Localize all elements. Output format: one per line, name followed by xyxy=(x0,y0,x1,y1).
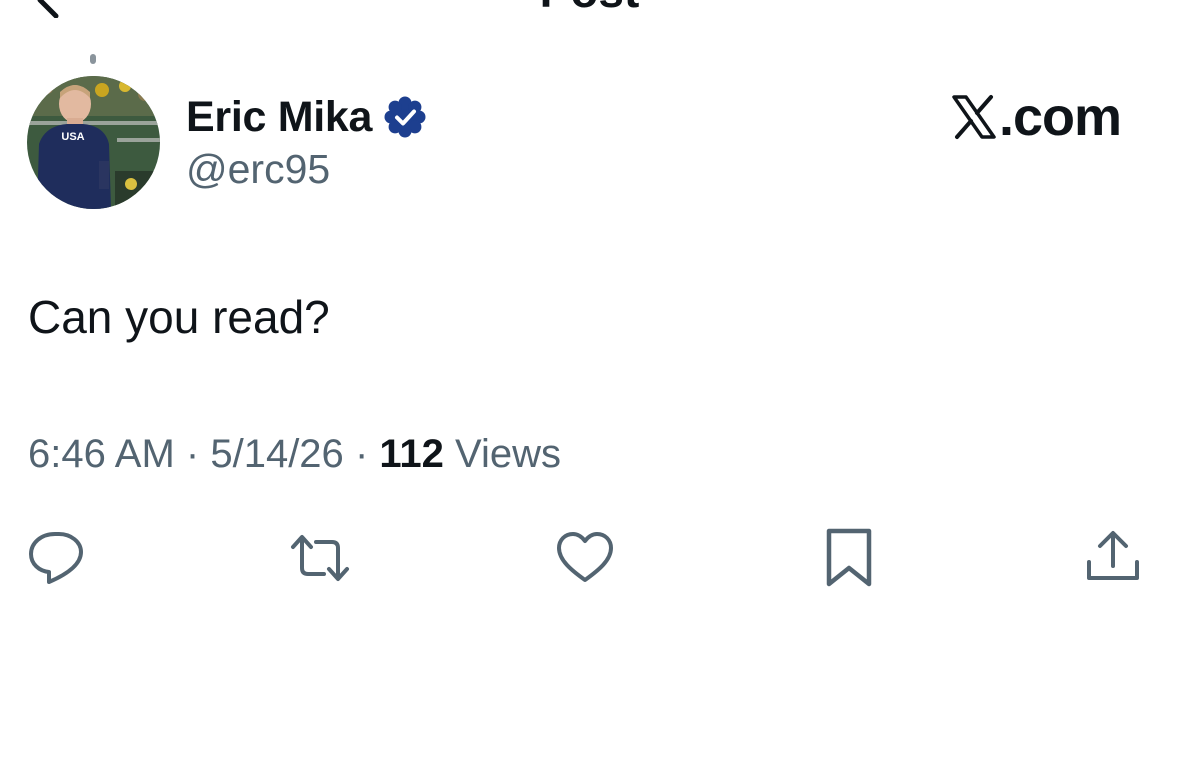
post-meta: 6:46 AM · 5/14/26 · 112 Views xyxy=(28,432,561,477)
author-handle[interactable]: @erc95 xyxy=(186,146,330,193)
post-time[interactable]: 6:46 AM xyxy=(28,432,175,476)
heart-icon xyxy=(557,532,613,582)
author-display-name[interactable]: Eric Mika xyxy=(186,93,372,142)
share-icon xyxy=(1087,531,1139,580)
site-text: .com xyxy=(998,87,1122,147)
x-logo-icon xyxy=(952,95,996,139)
bookmark-button[interactable] xyxy=(817,526,881,590)
top-bar: Post xyxy=(0,0,1179,20)
page-title: Post xyxy=(0,0,1179,16)
repost-icon xyxy=(291,535,349,581)
verified-badge-icon xyxy=(384,96,426,138)
share-button[interactable] xyxy=(1081,526,1145,590)
thread-connector xyxy=(90,54,96,64)
repost-button[interactable] xyxy=(288,526,352,590)
avatar-jersey-text: USA xyxy=(61,131,84,143)
like-button[interactable] xyxy=(553,526,617,590)
bookmark-icon xyxy=(826,528,872,587)
reply-icon xyxy=(29,532,83,584)
post-date[interactable]: 5/14/26 xyxy=(210,432,343,476)
meta-separator: · xyxy=(354,432,369,476)
author-name-row[interactable]: Eric Mika xyxy=(186,90,426,144)
site-brand: .com xyxy=(951,87,1122,147)
meta-separator: · xyxy=(185,432,200,476)
post-text: Can you read? xyxy=(28,291,330,343)
views-label[interactable]: Views xyxy=(455,432,561,476)
reply-button[interactable] xyxy=(25,526,89,590)
views-count[interactable]: 112 xyxy=(379,432,444,476)
avatar[interactable]: USA xyxy=(27,76,160,209)
